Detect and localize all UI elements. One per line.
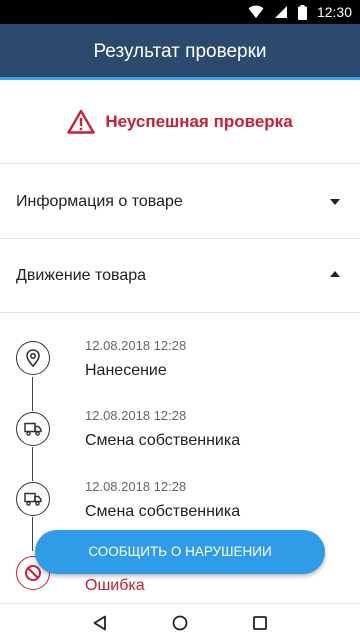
section-product-info[interactable]: Информация о товаре xyxy=(0,165,360,239)
timeline-date: 12.08.2018 12:28 xyxy=(85,338,187,353)
status-time: 12:30 xyxy=(316,4,352,20)
cellular-signal-icon xyxy=(274,6,287,18)
timeline-title-error: Ошибка xyxy=(85,577,145,594)
recents-square-icon xyxy=(253,615,267,630)
timeline-title: Смена собственника xyxy=(85,503,241,520)
status-bar: 12:30 xyxy=(0,0,360,24)
truck-icon xyxy=(16,412,50,446)
timeline-connector xyxy=(32,447,33,481)
app-bar: Результат проверки xyxy=(0,24,360,80)
timeline-date: 12.08.2018 12:28 xyxy=(85,408,187,423)
section-product-movement-label: Движение товара xyxy=(16,267,147,284)
check-result-label: Неуспешная проверка xyxy=(105,111,293,131)
timeline-connector xyxy=(32,377,33,411)
timeline-date: 12.08.2018 12:28 xyxy=(85,479,187,494)
truck-icon xyxy=(16,482,50,516)
warning-icon xyxy=(67,109,96,134)
timeline-title: Нанесение xyxy=(85,362,167,379)
battery-icon xyxy=(297,4,307,20)
back-triangle-icon xyxy=(93,615,106,630)
system-navigation-bar xyxy=(0,603,360,640)
home-circle-icon xyxy=(172,615,188,630)
page-title: Результат проверки xyxy=(93,41,267,62)
chevron-up-icon xyxy=(330,271,340,277)
timeline-title: Смена собственника xyxy=(85,432,241,449)
wifi-icon xyxy=(248,5,264,18)
section-product-movement[interactable]: Движение товара xyxy=(0,239,360,313)
back-button[interactable] xyxy=(80,604,120,640)
recents-button[interactable] xyxy=(240,604,280,640)
report-violation-button[interactable]: СООБЩИТЬ О НАРУШЕНИИ xyxy=(35,530,325,574)
location-pin-icon xyxy=(16,341,50,375)
check-result-banner: Неуспешная проверка xyxy=(0,80,360,164)
chevron-down-icon xyxy=(330,199,340,205)
home-button[interactable] xyxy=(160,604,200,640)
status-icons: 12:30 xyxy=(248,0,352,24)
timeline-connector xyxy=(32,517,33,551)
section-product-info-label: Информация о товаре xyxy=(16,193,183,210)
